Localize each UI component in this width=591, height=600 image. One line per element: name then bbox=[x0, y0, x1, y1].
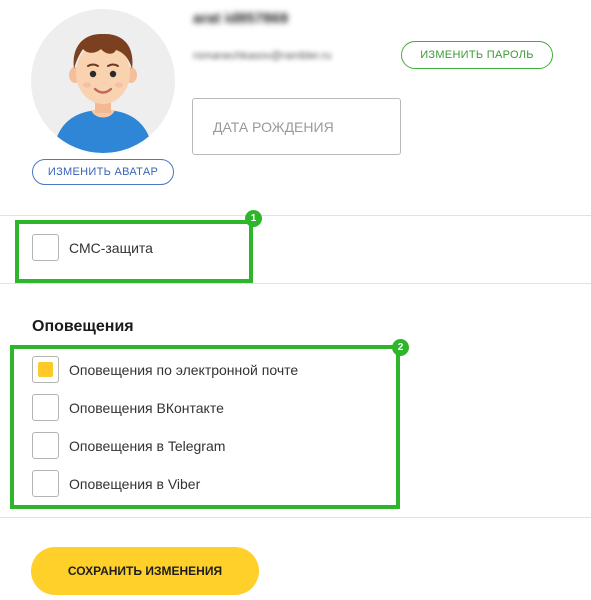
user-email: romanechkasov@rambler.ru bbox=[193, 50, 332, 62]
user-name: arat id857869 bbox=[193, 10, 289, 27]
viber-notifications-checkbox[interactable] bbox=[32, 470, 59, 497]
telegram-notifications-label: Оповещения в Telegram bbox=[69, 438, 226, 454]
email-notifications-label: Оповещения по электронной почте bbox=[69, 362, 299, 378]
divider bbox=[0, 283, 591, 284]
notifications-title: Оповещения bbox=[32, 318, 134, 335]
avatar bbox=[31, 9, 175, 153]
avatar-boy-illustration bbox=[53, 33, 153, 153]
divider bbox=[0, 517, 591, 518]
sms-protection-label: СМС-защита bbox=[69, 240, 153, 256]
telegram-notifications-checkbox[interactable] bbox=[32, 432, 59, 459]
save-changes-button[interactable]: СОХРАНИТЬ ИЗМЕНЕНИЯ bbox=[31, 547, 259, 595]
vk-notifications-checkbox[interactable] bbox=[32, 394, 59, 421]
divider bbox=[0, 215, 591, 216]
sms-protection-checkbox[interactable] bbox=[32, 234, 59, 261]
viber-notifications-label: Оповещения в Viber bbox=[69, 476, 201, 492]
birth-date-field[interactable] bbox=[192, 98, 401, 155]
change-avatar-button[interactable]: ИЗМЕНИТЬ АВАТАР bbox=[32, 159, 174, 185]
checked-indicator bbox=[38, 362, 53, 377]
vk-notifications-label: Оповещения ВКонтакте bbox=[69, 400, 224, 416]
highlight-badge-1: 1 bbox=[245, 210, 262, 227]
highlight-badge-2: 2 bbox=[392, 339, 409, 356]
change-password-button[interactable]: ИЗМЕНИТЬ ПАРОЛЬ bbox=[401, 41, 553, 69]
email-notifications-checkbox[interactable] bbox=[32, 356, 59, 383]
